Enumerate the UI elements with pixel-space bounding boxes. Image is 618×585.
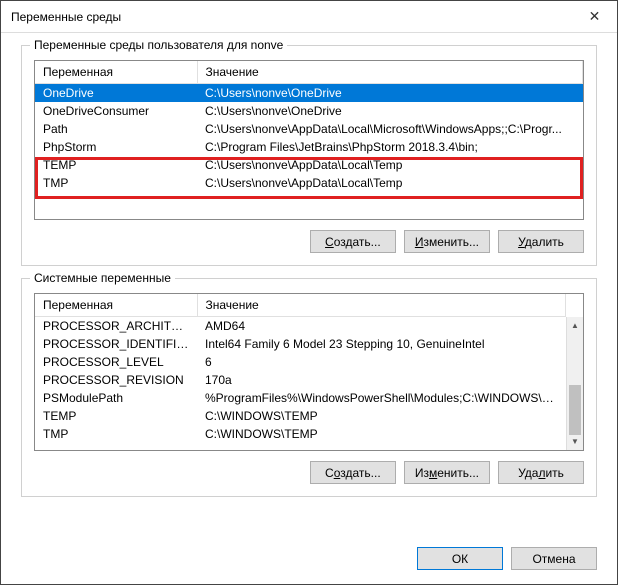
cell-var: PROCESSOR_IDENTIFIER	[35, 335, 197, 353]
cell-val: C:\WINDOWS\TEMP	[197, 425, 566, 443]
cell-var: OneDriveConsumer	[35, 102, 197, 120]
table-row[interactable]: TMP C:\Users\nonve\AppData\Local\Temp	[35, 174, 583, 192]
system-vars-group: Системные переменные Переменная Значение…	[21, 278, 597, 497]
user-vars-table-wrap: Переменная Значение OneDrive C:\Users\no…	[34, 60, 584, 220]
titlebar: Переменные среды ✕	[1, 1, 617, 33]
user-vars-table[interactable]: Переменная Значение OneDrive C:\Users\no…	[35, 61, 583, 192]
cell-val: C:\Users\nonve\OneDrive	[197, 84, 583, 103]
table-row[interactable]: TEMP C:\WINDOWS\TEMP	[35, 407, 566, 425]
cell-val: C:\Users\nonve\AppData\Local\Temp	[197, 156, 583, 174]
scrollbar[interactable]: ▲ ▼	[566, 317, 583, 450]
sys-col-variable[interactable]: Переменная	[35, 294, 197, 317]
sys-create-button[interactable]: Создать...	[310, 461, 396, 484]
scroll-up-icon[interactable]: ▲	[567, 317, 583, 334]
cell-val: C:\Users\nonve\AppData\Local\Temp	[197, 174, 583, 192]
sys-delete-button[interactable]: Удалить	[498, 461, 584, 484]
close-icon: ✕	[589, 8, 601, 25]
cell-var: Path	[35, 120, 197, 138]
cell-var: TEMP	[35, 407, 197, 425]
system-vars-table[interactable]: Переменная Значение PROCESSOR_ARCHITECTU…	[35, 294, 566, 443]
user-create-button[interactable]: Создать...	[310, 230, 396, 253]
cell-var: PSModulePath	[35, 389, 197, 407]
cell-val: 170a	[197, 371, 566, 389]
cell-val: 6	[197, 353, 566, 371]
mnemonic: м	[429, 466, 437, 480]
system-vars-label: Системные переменные	[30, 271, 175, 285]
cell-var: OneDrive	[35, 84, 197, 103]
env-vars-dialog: Переменные среды ✕ Переменные среды поль…	[0, 0, 618, 585]
cell-var: TMP	[35, 174, 197, 192]
user-col-variable[interactable]: Переменная	[35, 61, 197, 84]
cell-var: PROCESSOR_ARCHITECTURE	[35, 317, 197, 336]
cell-val: C:\WINDOWS\TEMP	[197, 407, 566, 425]
user-edit-button[interactable]: Изменить...	[404, 230, 490, 253]
mnemonic: С	[325, 235, 334, 249]
table-row[interactable]: Path C:\Users\nonve\AppData\Local\Micros…	[35, 120, 583, 138]
scroll-thumb[interactable]	[569, 385, 581, 435]
cell-val: Intel64 Family 6 Model 23 Stepping 10, G…	[197, 335, 566, 353]
dialog-content: Переменные среды пользователя для nonve …	[1, 33, 617, 535]
table-row[interactable]: PROCESSOR_IDENTIFIER Intel64 Family 6 Mo…	[35, 335, 566, 353]
cell-val: C:\Program Files\JetBrains\PhpStorm 2018…	[197, 138, 583, 156]
scroll-down-icon[interactable]: ▼	[567, 433, 583, 450]
table-row[interactable]: PSModulePath %ProgramFiles%\WindowsPower…	[35, 389, 566, 407]
table-row[interactable]: OneDrive C:\Users\nonve\OneDrive	[35, 84, 583, 103]
user-delete-button[interactable]: Удалить	[498, 230, 584, 253]
table-row[interactable]: PROCESSOR_LEVEL 6	[35, 353, 566, 371]
ok-button[interactable]: ОК	[417, 547, 503, 570]
close-button[interactable]: ✕	[572, 1, 617, 33]
cell-val: C:\Users\nonve\AppData\Local\Microsoft\W…	[197, 120, 583, 138]
cell-val: %ProgramFiles%\WindowsPowerShell\Modules…	[197, 389, 566, 407]
window-title: Переменные среды	[11, 10, 121, 24]
dialog-footer: ОК Отмена	[1, 535, 617, 584]
table-row[interactable]: PhpStorm C:\Program Files\JetBrains\PhpS…	[35, 138, 583, 156]
cell-var: PROCESSOR_LEVEL	[35, 353, 197, 371]
sys-col-value[interactable]: Значение	[197, 294, 566, 317]
table-row[interactable]: TEMP C:\Users\nonve\AppData\Local\Temp	[35, 156, 583, 174]
sys-edit-button[interactable]: Изменить...	[404, 461, 490, 484]
user-col-value[interactable]: Значение	[197, 61, 583, 84]
user-vars-buttons: Создать... Изменить... Удалить	[34, 230, 584, 253]
cell-val: AMD64	[197, 317, 566, 336]
user-vars-group: Переменные среды пользователя для nonve …	[21, 45, 597, 266]
user-vars-label: Переменные среды пользователя для nonve	[30, 38, 287, 52]
cell-val: C:\Users\nonve\OneDrive	[197, 102, 583, 120]
mnemonic: У	[518, 235, 525, 249]
cell-var: PROCESSOR_REVISION	[35, 371, 197, 389]
cancel-button[interactable]: Отмена	[511, 547, 597, 570]
system-vars-buttons: Создать... Изменить... Удалить	[34, 461, 584, 484]
table-row[interactable]: TMP C:\WINDOWS\TEMP	[35, 425, 566, 443]
cell-var: TEMP	[35, 156, 197, 174]
table-row[interactable]: OneDriveConsumer C:\Users\nonve\OneDrive	[35, 102, 583, 120]
table-row[interactable]: PROCESSOR_ARCHITECTURE AMD64	[35, 317, 566, 336]
table-row[interactable]: PROCESSOR_REVISION 170a	[35, 371, 566, 389]
cell-var: PhpStorm	[35, 138, 197, 156]
system-vars-table-wrap: Переменная Значение PROCESSOR_ARCHITECTU…	[34, 293, 584, 451]
cell-var: TMP	[35, 425, 197, 443]
